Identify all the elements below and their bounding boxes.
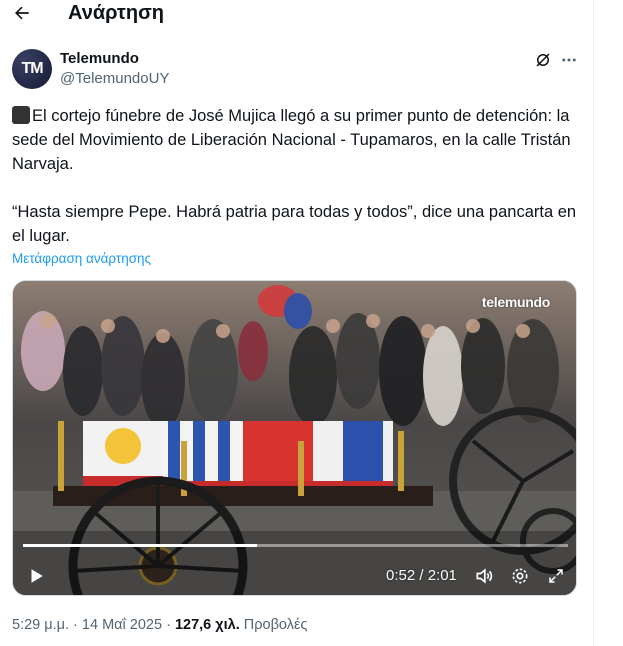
author-handle[interactable]: @TelemundoUY bbox=[60, 70, 169, 88]
tweet-text: El cortejo fúnebre de José Mujica llegó … bbox=[12, 104, 580, 248]
author-display-name[interactable]: Telemundo bbox=[60, 50, 139, 68]
top-bar: Ανάρτηση bbox=[0, 0, 593, 28]
avatar-text: TM bbox=[21, 60, 43, 77]
tweet-time[interactable]: 5:29 μ.μ. bbox=[12, 617, 69, 633]
video-time: 0:52 / 2:01 bbox=[386, 567, 457, 584]
video-player[interactable]: telemundo 0:52 / 2:01 bbox=[12, 280, 577, 596]
page-title: Ανάρτηση bbox=[68, 2, 164, 24]
volume-button[interactable] bbox=[472, 565, 496, 587]
video-frame-image bbox=[13, 281, 576, 595]
video-settings-button[interactable] bbox=[508, 565, 532, 587]
views-label: Προβολές bbox=[243, 617, 308, 633]
play-icon bbox=[31, 569, 43, 583]
views-count: 127,6 χιλ. bbox=[174, 617, 240, 633]
tweet-meta: 5:29 μ.μ. · 14 Μαΐ 2025 · 127,6 χιλ. Προ… bbox=[12, 617, 308, 633]
more-horizontal-icon bbox=[562, 58, 576, 62]
fullscreen-icon bbox=[549, 569, 563, 583]
back-button[interactable] bbox=[10, 2, 34, 24]
more-options-button[interactable] bbox=[558, 50, 580, 70]
black-square-emoji-icon bbox=[12, 106, 30, 124]
translate-post-link[interactable]: Μετάφραση ανάρτησης bbox=[12, 251, 151, 266]
video-watermark: telemundo bbox=[481, 294, 550, 310]
arrow-left-icon bbox=[15, 6, 29, 20]
avatar[interactable]: TM bbox=[12, 49, 52, 89]
fullscreen-button[interactable] bbox=[544, 565, 568, 587]
grok-button[interactable] bbox=[532, 50, 554, 70]
grok-icon bbox=[536, 53, 550, 67]
tweet-paragraph-2: “Hasta siempre Pepe. Habrá patria para t… bbox=[12, 203, 577, 245]
video-progress-fill bbox=[23, 544, 258, 547]
tweet-date[interactable]: 14 Μαΐ 2025 bbox=[82, 617, 162, 633]
column-divider bbox=[593, 0, 594, 646]
play-button[interactable] bbox=[23, 564, 49, 588]
video-progress-bar[interactable] bbox=[23, 544, 568, 547]
volume-icon bbox=[476, 568, 493, 584]
tweet-paragraph-1: El cortejo fúnebre de José Mujica llegó … bbox=[12, 106, 571, 173]
settings-icon bbox=[512, 568, 528, 584]
